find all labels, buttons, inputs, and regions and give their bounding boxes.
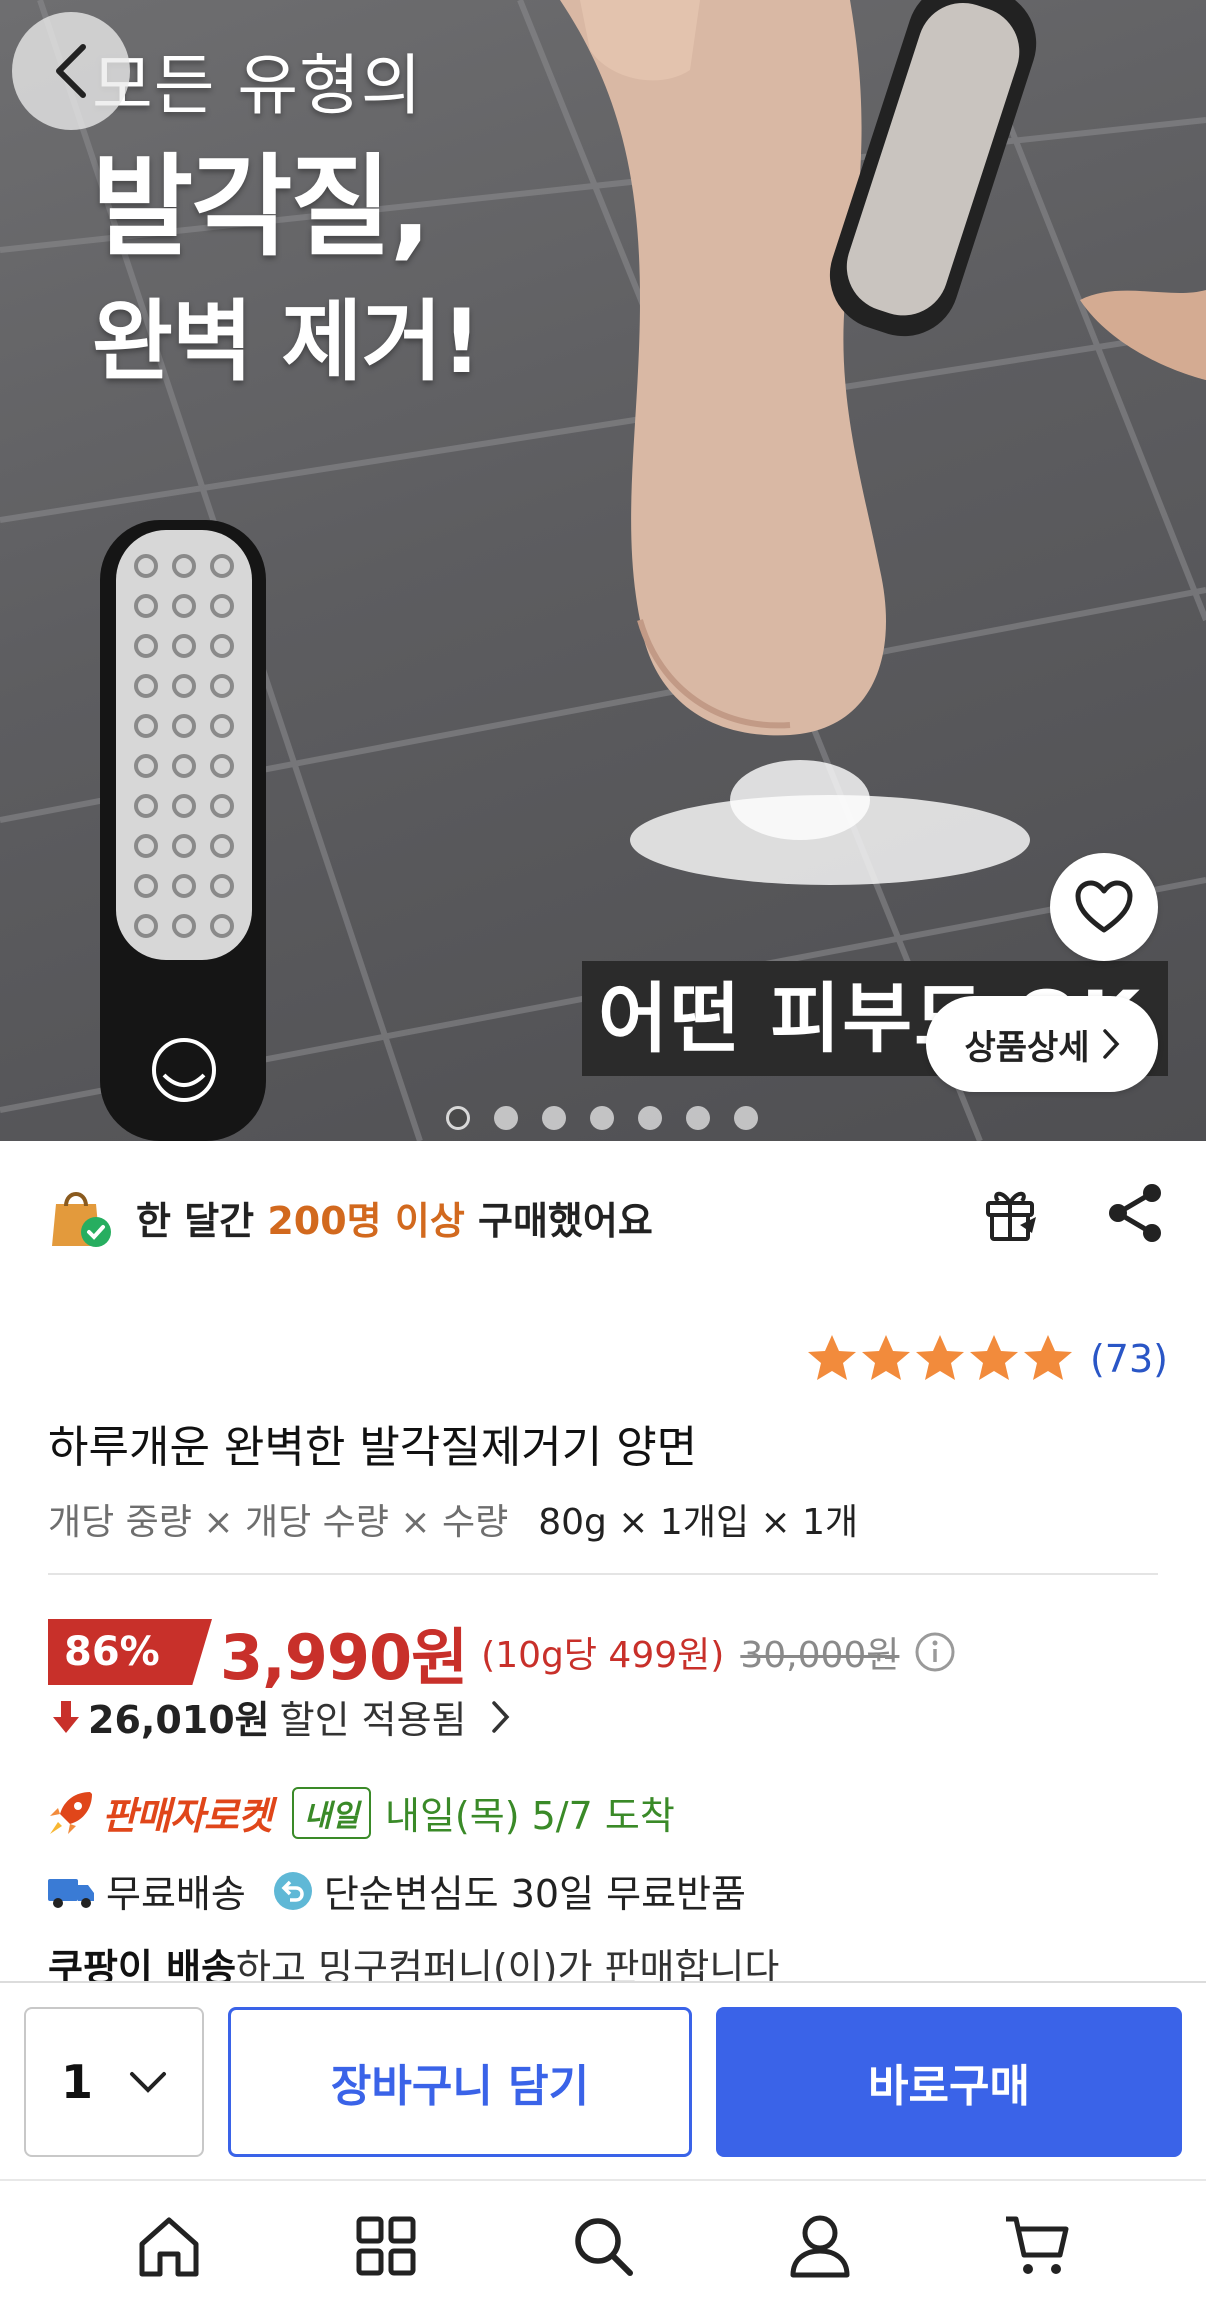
discount-badge: 86% (48, 1619, 212, 1685)
cart-icon (1006, 2216, 1069, 2274)
rating-summary[interactable]: (73) (806, 1333, 1168, 1385)
chevron-right-icon (491, 1700, 509, 1733)
carousel-dot[interactable] (590, 1106, 614, 1130)
chevron-left-icon (56, 44, 86, 98)
hero-headline: 모든 유형의 발각질, 완벽 제거! (92, 40, 482, 402)
product-detail-button[interactable]: 상품상세 (926, 996, 1158, 1092)
seller-text: 하고 밍구컴퍼니(이)가 판매합니다 (236, 1946, 780, 1981)
chevron-right-icon (1102, 1029, 1119, 1059)
tab-search[interactable] (553, 2196, 653, 2296)
quantity-value: 1 (60, 2055, 93, 2109)
rocket-delivery-label: 판매자로켓 (102, 1794, 273, 1838)
tomorrow-badge: 내일 (291, 1786, 372, 1839)
shopping-bag-icon (52, 1192, 111, 1247)
carousel-dot[interactable] (638, 1106, 662, 1130)
star-rating-icon (807, 1335, 1072, 1380)
search-icon (575, 2218, 633, 2276)
review-count[interactable]: (73) (1090, 1337, 1168, 1381)
option-value: 80g × 1개입 × 1개 (538, 1502, 859, 1543)
back-button[interactable] (12, 12, 130, 130)
purchase-stat-highlight: 200명 이상 (267, 1198, 465, 1243)
unit-price: (10g당 499원) (481, 1635, 725, 1676)
option-label: 개당 중량 × 개당 수량 × 수량 (48, 1502, 509, 1543)
tab-cart[interactable] (987, 2196, 1087, 2296)
gift-icon[interactable] (980, 1181, 1044, 1245)
buy-now-button[interactable]: 바로구매 (716, 2007, 1182, 2157)
purchase-stat-row: 한 달간 200명 이상 구매했어요 (48, 1177, 1168, 1257)
add-to-cart-button[interactable]: 장바구니 담기 (228, 2007, 692, 2157)
share-actions (980, 1181, 1168, 1245)
account-icon (790, 2215, 850, 2278)
tab-my-account[interactable] (770, 2196, 870, 2296)
hero-headline-line3: 완벽 제거! (92, 290, 482, 393)
tab-home[interactable] (119, 2196, 219, 2296)
carousel-dot[interactable] (494, 1106, 518, 1130)
product-title: 하루개운 완벽한 발각질제거기 양면 (48, 1422, 698, 1473)
tab-categories[interactable] (336, 2196, 436, 2296)
carousel-dot[interactable] (734, 1106, 758, 1130)
foot-file-product (100, 520, 266, 1141)
wishlist-button[interactable] (1050, 853, 1158, 961)
quantity-select[interactable]: 1 (24, 2007, 204, 2157)
return-icon (273, 1871, 312, 1910)
saved-label: 할인 적용됨 (279, 1698, 467, 1742)
product-detail-label: 상품상세 (964, 1027, 1090, 1068)
option-row[interactable]: 개당 중량 × 개당 수량 × 수량 80g × 1개입 × 1개 (48, 1493, 858, 1545)
delivery-truck-icon (48, 1878, 94, 1908)
carousel-pagination (446, 1106, 758, 1130)
share-icon[interactable] (1104, 1181, 1168, 1245)
original-price: 30,000원 (740, 1635, 900, 1676)
seller-info: 쿠팡이 배송하고 밍구컴퍼니(이)가 판매합니다 (48, 1937, 779, 1981)
hero-headline-line1: 모든 유형의 (92, 47, 423, 124)
free-shipping: 무료배송 (106, 1872, 246, 1916)
product-image-carousel[interactable]: 모든 유형의 발각질, 완벽 제거! 어떤 피부도 OK 상품상세 (0, 0, 1206, 1141)
shipping-info-row: 무료배송 단순변심도 30일 무료반품 (46, 1863, 746, 1918)
product-info-section: 한 달간 200명 이상 구매했어요 (73) 하루개운 완벽한 발각질제거기 … (0, 1141, 1206, 1981)
sale-price: 3,990원 (220, 1621, 468, 1694)
purchase-stat-text: 한 달간 200명 이상 구매했어요 (136, 1198, 653, 1243)
bottom-tab-bar (0, 2179, 1206, 2311)
chevron-down-icon (130, 2072, 166, 2093)
carousel-dot[interactable] (542, 1106, 566, 1130)
discount-applied-row[interactable]: 26,010원 할인 적용됨 (50, 1689, 511, 1744)
hero-headline-line2: 발각질, (92, 143, 431, 271)
delivery-rocket-row: 판매자로켓 내일 내일(목) 5/7 도착 (46, 1785, 675, 1840)
heart-icon (1075, 880, 1133, 933)
purchase-bar: 1 장바구니 담기 바로구매 (0, 1981, 1206, 2179)
rocket-icon (50, 1791, 92, 1834)
arrow-down-icon (53, 1700, 79, 1733)
carousel-dot[interactable] (446, 1106, 470, 1130)
seller-delivery-bold: 쿠팡이 배송 (48, 1946, 237, 1981)
divider (48, 1573, 1158, 1575)
carousel-dot[interactable] (686, 1106, 710, 1130)
saved-amount: 26,010원 (88, 1698, 270, 1742)
home-icon (139, 2217, 199, 2277)
price-row: 86% 3,990원 (10g당 499원) 30,000원 (48, 1607, 957, 1697)
info-icon[interactable] (913, 1630, 957, 1674)
category-grid-icon (356, 2216, 416, 2276)
arrival-date: 내일(목) 5/7 도착 (385, 1794, 675, 1838)
foot-illustration (560, 0, 886, 736)
free-return: 단순변심도 30일 무료반품 (323, 1872, 746, 1916)
